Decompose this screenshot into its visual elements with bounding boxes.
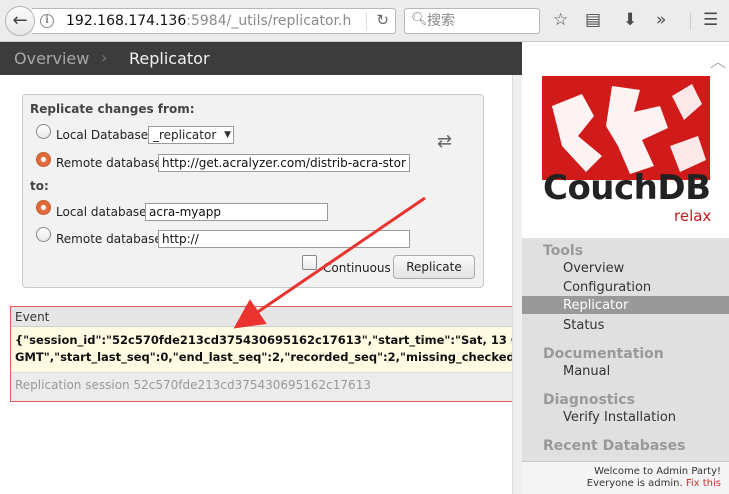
url-path: :5984/_utils/replicator.h bbox=[186, 13, 352, 29]
to-remote-radio[interactable] bbox=[36, 227, 51, 242]
continuous-checkbox[interactable] bbox=[302, 255, 317, 270]
replicate-form: Replicate changes from: Local Database: … bbox=[22, 94, 484, 288]
arrow-left-icon: ← bbox=[12, 10, 28, 31]
search-bar[interactable]: 🔍︎ bbox=[404, 8, 540, 34]
recent-databases-section-title: Recent Databases bbox=[543, 438, 686, 454]
from-remote-radio[interactable] bbox=[36, 152, 51, 167]
event-json-row[interactable]: {"session_id":"52c570fde213cd37543069516… bbox=[11, 327, 512, 373]
url-bar[interactable]: i 192.168.174.136:5984/_utils/replicator… bbox=[32, 8, 396, 34]
sidebar-item-status[interactable]: Status bbox=[563, 318, 604, 333]
reading-list-icon[interactable]: ▤ bbox=[585, 10, 601, 30]
toolbar-separator bbox=[690, 12, 691, 30]
sidebar-item-verify-installation[interactable]: Verify Installation bbox=[563, 410, 676, 425]
event-session-row[interactable]: Replication session 52c570fde213cd375430… bbox=[11, 373, 512, 401]
fix-this-link[interactable]: Fix this bbox=[686, 478, 721, 489]
url-text[interactable]: 192.168.174.136:5984/_utils/replicator.h bbox=[66, 13, 351, 29]
logo-tagline: relax bbox=[674, 207, 712, 225]
sidebar-item-configuration[interactable]: Configuration bbox=[563, 280, 651, 295]
replicate-from-label: Replicate changes from: bbox=[30, 102, 195, 116]
dropdown-arrow-icon: ▼ bbox=[224, 130, 231, 140]
local-database-select[interactable]: _replicator ▼ bbox=[148, 126, 234, 144]
overflow-chevron-icon[interactable]: » bbox=[656, 10, 666, 30]
sidebar-item-replicator-label[interactable]: Replicator bbox=[563, 298, 628, 313]
tools-section-title: Tools bbox=[543, 243, 584, 259]
continuous-label: Continuous bbox=[323, 261, 391, 275]
to-local-radio[interactable] bbox=[36, 200, 51, 215]
search-icon: 🔍︎ bbox=[411, 12, 428, 27]
from-local-radio[interactable] bbox=[36, 124, 51, 139]
footer-admin-line: Everyone is admin. Fix this bbox=[522, 478, 721, 490]
breadcrumb-separator-icon: › bbox=[101, 48, 108, 67]
couchdb-logo: ︿ CouchDB relax bbox=[522, 42, 729, 238]
info-icon[interactable]: i bbox=[40, 14, 54, 28]
search-input[interactable] bbox=[427, 12, 535, 30]
local-database-value: _replicator bbox=[153, 128, 217, 142]
nav-current-page: Replicator bbox=[129, 49, 210, 68]
url-divider bbox=[366, 12, 367, 30]
back-button[interactable]: ← bbox=[5, 6, 35, 36]
to-local-database-input[interactable] bbox=[145, 203, 328, 221]
event-table: Event {"session_id":"52c570fde213cd37543… bbox=[10, 306, 513, 402]
sidebar-item-manual[interactable]: Manual bbox=[563, 364, 610, 379]
footer-welcome-text: Welcome to Admin Party! bbox=[594, 466, 721, 477]
to-remote-url-input[interactable] bbox=[158, 230, 410, 248]
browser-toolbar: i 192.168.174.136:5984/_utils/replicator… bbox=[0, 0, 729, 42]
from-remote-label: Remote database: bbox=[56, 156, 166, 170]
documentation-section-title: Documentation bbox=[543, 346, 664, 362]
replicate-button[interactable]: Replicate bbox=[393, 255, 475, 279]
event-column-header: Event bbox=[11, 307, 512, 327]
admin-party-footer: Welcome to Admin Party! Everyone is admi… bbox=[522, 461, 729, 494]
footer-admin-text: Everyone is admin. bbox=[586, 478, 683, 489]
download-icon[interactable]: ⬇ bbox=[623, 10, 637, 30]
reload-icon[interactable]: ↻ bbox=[376, 11, 389, 29]
url-host: 192.168.174.136 bbox=[66, 13, 187, 29]
to-remote-label: Remote database: bbox=[56, 232, 166, 246]
bookmark-star-icon[interactable]: ☆ bbox=[553, 10, 568, 30]
replicate-to-label: to: bbox=[30, 179, 49, 193]
couch-logo-graphic-icon bbox=[542, 76, 710, 180]
logo-wordmark: CouchDB bbox=[543, 168, 711, 208]
breadcrumb-nav: Overview › Replicator bbox=[0, 42, 522, 75]
diagnostics-section-title: Diagnostics bbox=[543, 392, 635, 408]
to-local-label: Local database: bbox=[56, 205, 151, 219]
sidebar: ︿ CouchDB relax Tools Overview Configura… bbox=[522, 42, 729, 494]
sidebar-item-overview[interactable]: Overview bbox=[563, 261, 624, 276]
nav-overview-link[interactable]: Overview bbox=[14, 49, 89, 68]
from-remote-url-input[interactable] bbox=[158, 154, 410, 172]
hamburger-menu-icon[interactable]: ☰ bbox=[703, 10, 718, 30]
event-json-line: GMT","start_last_seq":0,"end_last_seq":2… bbox=[15, 350, 512, 364]
content-scrollbar[interactable] bbox=[512, 75, 522, 494]
collapse-sidebar-icon[interactable]: ︿ bbox=[710, 48, 726, 72]
swap-direction-icon[interactable]: ⇄ bbox=[437, 131, 452, 152]
event-json-line: {"session_id":"52c570fde213cd37543069516… bbox=[15, 333, 512, 347]
from-local-label: Local Database: bbox=[56, 128, 153, 142]
